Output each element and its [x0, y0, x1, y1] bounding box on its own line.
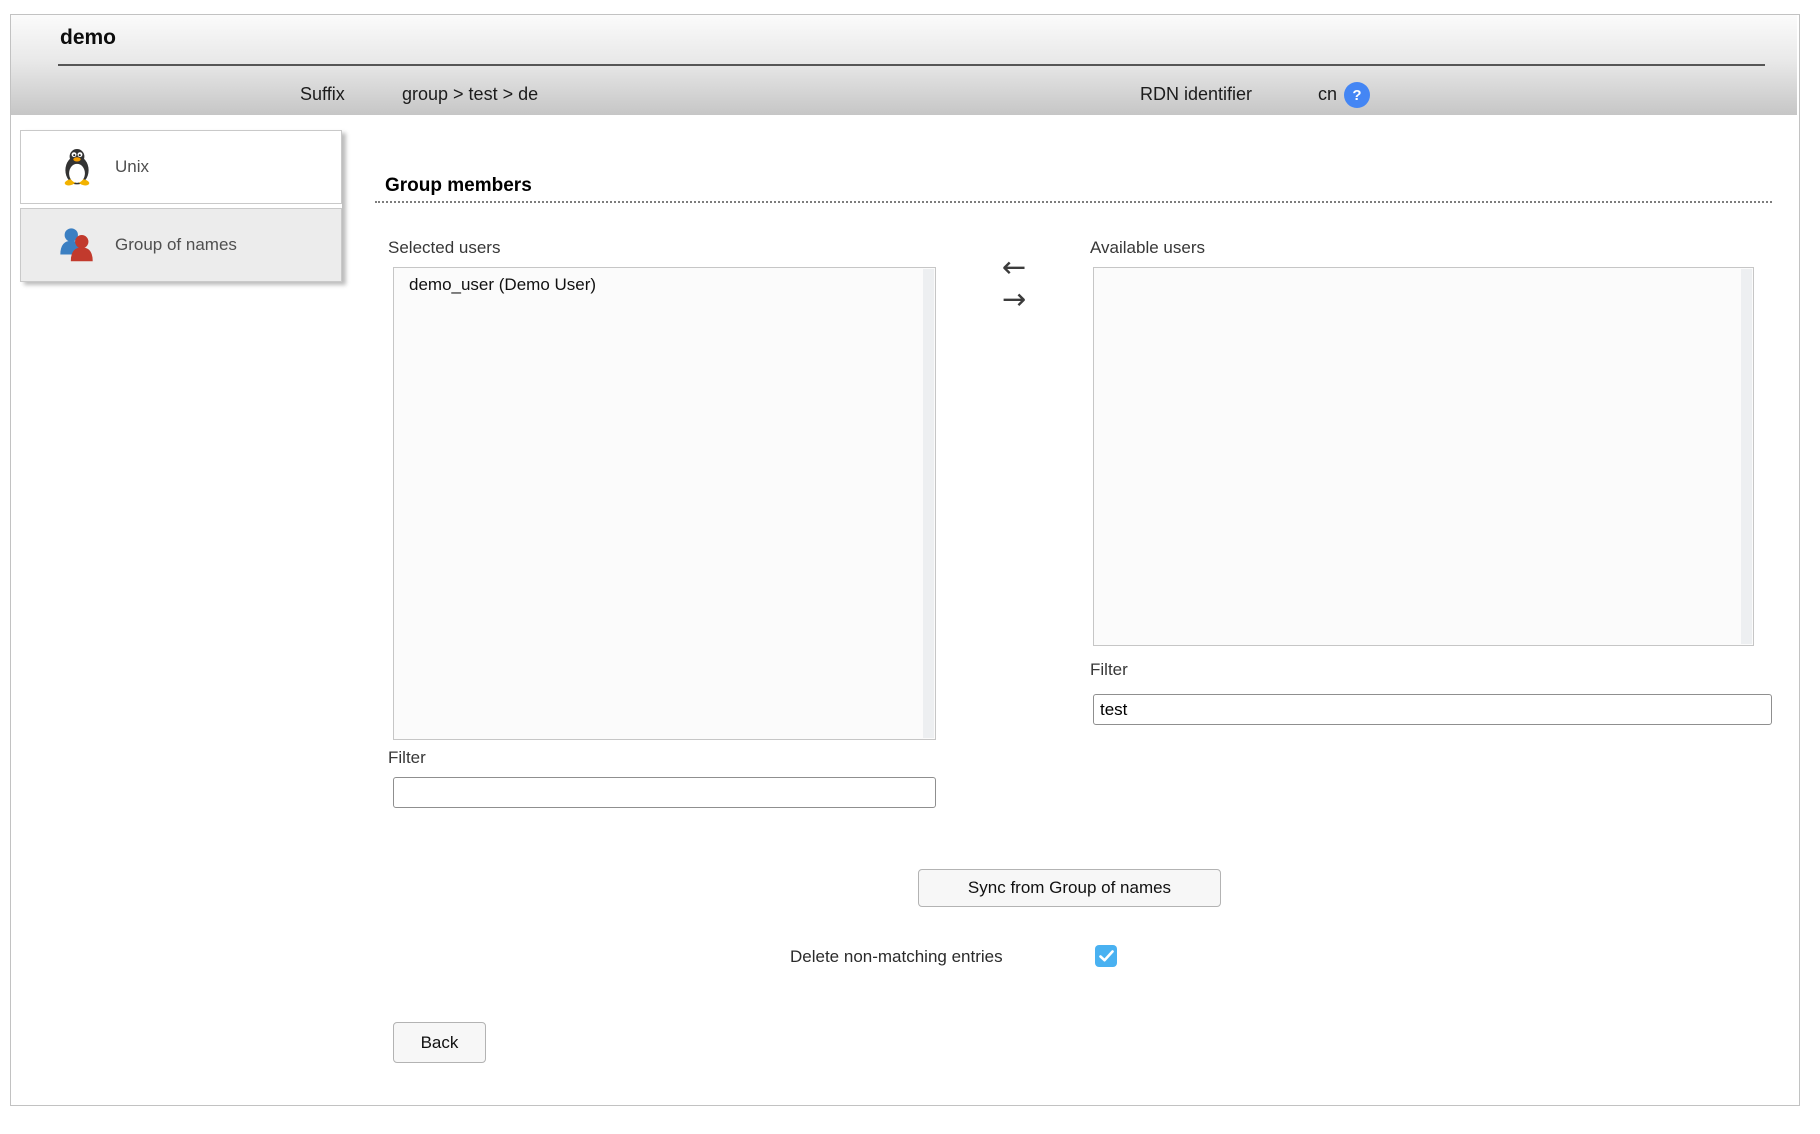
tab-group-of-names[interactable]: Group of names [20, 208, 342, 282]
module-tabbar: Unix Group of names [20, 130, 342, 282]
available-filter-input[interactable] [1093, 694, 1772, 725]
available-filter-label: Filter [1090, 660, 1128, 680]
rdn-identifier-label: RDN identifier [1140, 84, 1252, 105]
back-button[interactable]: Back [393, 1022, 486, 1063]
selected-filter-label: Filter [388, 748, 426, 768]
scrollbar-track[interactable] [923, 269, 934, 738]
delete-non-matching-label: Delete non-matching entries [790, 947, 1003, 967]
selected-users-listbox[interactable]: demo_user (Demo User) [393, 267, 936, 740]
tux-penguin-icon [57, 148, 97, 186]
selected-users-label: Selected users [388, 238, 500, 258]
list-item[interactable]: demo_user (Demo User) [394, 268, 935, 295]
sync-from-group-of-names-button[interactable]: Sync from Group of names [918, 869, 1221, 907]
scrollbar-track[interactable] [1741, 269, 1752, 644]
section-divider [375, 188, 1772, 203]
tab-unix[interactable]: Unix [20, 130, 342, 204]
rdn-identifier-value: cn [1318, 84, 1337, 105]
checkmark-icon [1099, 950, 1114, 962]
title-divider [58, 64, 1765, 66]
help-icon[interactable]: ? [1344, 82, 1370, 108]
selected-filter-input[interactable] [393, 777, 936, 808]
group-people-icon [57, 224, 97, 266]
suffix-label: Suffix [300, 84, 345, 105]
available-users-label: Available users [1090, 238, 1205, 258]
available-users-listbox[interactable] [1093, 267, 1754, 646]
move-left-arrow-button[interactable]: ← [992, 252, 1036, 283]
tab-unix-label: Unix [115, 157, 149, 177]
lam-edit-page: demo Suffix group > test > de RDN identi… [0, 0, 1820, 1134]
transfer-arrows: ← → [992, 252, 1036, 315]
page-title: demo [60, 26, 116, 50]
suffix-value: group > test > de [402, 84, 538, 105]
tab-group-of-names-label: Group of names [115, 235, 237, 255]
move-right-arrow-button[interactable]: → [992, 284, 1036, 315]
delete-non-matching-checkbox[interactable] [1095, 945, 1117, 967]
